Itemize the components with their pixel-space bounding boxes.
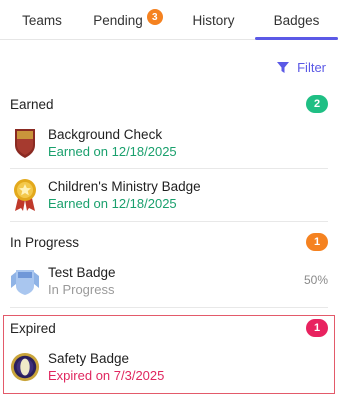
shield-badge-icon — [10, 125, 40, 161]
badge-earned-date: Earned on 12/18/2025 — [48, 144, 177, 159]
section-earned-title: Earned — [10, 96, 54, 112]
badge-name: Background Check — [48, 127, 163, 142]
expired-count-badge: 1 — [306, 319, 328, 337]
round-badge-icon — [10, 349, 40, 385]
filter-button[interactable]: Filter — [277, 60, 326, 75]
section-in-progress-header: In Progress 1 — [10, 230, 328, 254]
section-in-progress-title: In Progress — [10, 234, 80, 250]
pending-count-badge: 3 — [146, 9, 163, 25]
earned-count-badge: 2 — [306, 95, 328, 113]
badge-status: In Progress — [48, 282, 115, 297]
divider — [10, 168, 328, 169]
tab-history-label: History — [192, 12, 235, 28]
in-progress-count-badge: 1 — [306, 233, 328, 251]
filter-icon — [277, 62, 290, 73]
badge-item-safety-badge[interactable]: Safety Badge Expired on 7/3/2025 — [10, 344, 328, 390]
section-expired-header: Expired 1 — [10, 316, 328, 340]
badge-name: Children's Ministry Badge — [48, 179, 201, 194]
badge-item-background-check[interactable]: Background Check Earned on 12/18/2025 — [10, 120, 328, 166]
divider — [10, 307, 328, 308]
tab-pending[interactable]: Pending 3 — [84, 0, 172, 40]
badge-name: Test Badge — [48, 265, 116, 280]
badge-item-test-badge[interactable]: Test Badge In Progress 50% — [10, 258, 328, 304]
section-earned-header: Earned 2 — [10, 92, 328, 116]
tab-history[interactable]: History — [172, 0, 255, 40]
tab-badges[interactable]: Badges — [255, 0, 338, 40]
section-expired-title: Expired — [10, 320, 56, 336]
star-medal-icon — [10, 177, 40, 213]
tab-teams[interactable]: Teams — [0, 0, 84, 40]
badge-name: Safety Badge — [48, 351, 130, 366]
badge-item-childrens-ministry[interactable]: Children's Ministry Badge Earned on 12/1… — [10, 172, 328, 218]
tab-teams-label: Teams — [22, 12, 62, 28]
tab-pending-label: Pending — [93, 12, 143, 28]
active-tab-indicator — [255, 37, 338, 40]
divider — [10, 221, 328, 222]
tab-badges-label: Badges — [273, 12, 320, 28]
badge-earned-date: Earned on 12/18/2025 — [48, 196, 177, 211]
badge-expired-date: Expired on 7/3/2025 — [48, 368, 165, 383]
tab-bar: Teams Pending 3 History Badges — [0, 0, 338, 40]
filter-label: Filter — [297, 60, 326, 75]
ribbon-badge-icon — [10, 263, 40, 299]
badge-progress-percent: 50% — [303, 273, 328, 287]
